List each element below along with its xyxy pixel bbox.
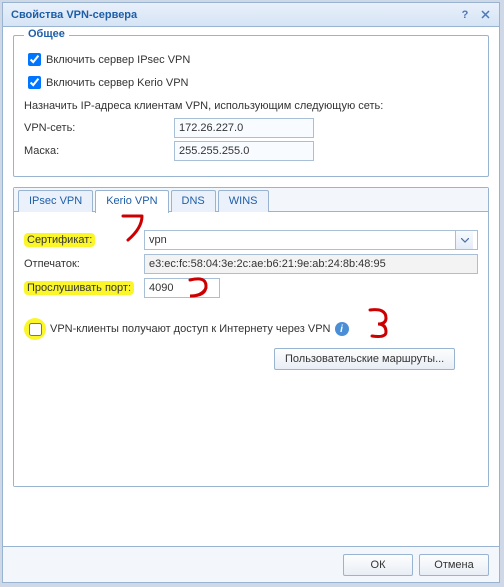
enable-ipsec-label: Включить сервер IPsec VPN: [46, 54, 190, 66]
mask-label: Маска:: [24, 145, 174, 157]
enable-kerio-label: Включить сервер Kerio VPN: [46, 77, 189, 89]
cancel-button[interactable]: Отмена: [419, 554, 489, 576]
cert-value: vpn: [149, 234, 167, 246]
help-button[interactable]: ?: [457, 7, 473, 23]
vpn-server-properties-dialog: Свойства VPN-сервера ? Общее Включить се…: [2, 2, 500, 583]
fingerprint-input: [144, 254, 478, 274]
custom-routes-button[interactable]: Пользовательские маршруты...: [274, 348, 455, 370]
tab-ipsec[interactable]: IPsec VPN: [18, 190, 93, 212]
general-group: Общее Включить сервер IPsec VPN Включить…: [13, 35, 489, 177]
vpn-net-label: VPN-сеть:: [24, 122, 174, 134]
mask-input[interactable]: [174, 141, 314, 161]
ok-button[interactable]: ОК: [343, 554, 413, 576]
enable-kerio-checkbox[interactable]: [28, 76, 41, 89]
port-label: Прослушивать порт:: [24, 281, 134, 295]
port-input[interactable]: [144, 278, 220, 298]
info-icon[interactable]: i: [335, 322, 349, 336]
vpn-clients-internet-checkbox[interactable]: [29, 323, 42, 336]
vpn-net-input[interactable]: [174, 118, 314, 138]
window-title: Свойства VPN-сервера: [11, 9, 453, 21]
cert-select[interactable]: vpn: [144, 230, 478, 250]
enable-ipsec-checkbox[interactable]: [28, 53, 41, 66]
chevron-down-icon: [455, 231, 473, 249]
tab-strip: IPsec VPN Kerio VPN DNS WINS: [14, 188, 488, 212]
tab-body-kerio: Сертификат: vpn Отпечаток: Прослушивать …: [14, 212, 488, 486]
enable-kerio-row[interactable]: Включить сервер Kerio VPN: [24, 73, 478, 92]
titlebar: Свойства VPN-сервера ?: [3, 3, 499, 27]
fingerprint-label: Отпечаток:: [24, 258, 144, 270]
cert-label: Сертификат:: [24, 233, 95, 247]
tab-container: IPsec VPN Kerio VPN DNS WINS Сертификат:…: [13, 187, 489, 487]
close-button[interactable]: [477, 7, 493, 23]
group-title: Общее: [24, 28, 69, 40]
assign-ip-label: Назначить IP-адреса клиентам VPN, исполь…: [24, 100, 478, 112]
tab-wins[interactable]: WINS: [218, 190, 269, 212]
tab-kerio[interactable]: Kerio VPN: [95, 190, 168, 213]
tab-dns[interactable]: DNS: [171, 190, 216, 212]
dialog-footer: ОК Отмена: [3, 546, 499, 582]
enable-ipsec-row[interactable]: Включить сервер IPsec VPN: [24, 50, 478, 69]
vpn-clients-internet-label: VPN-клиенты получают доступ к Интернету …: [50, 323, 331, 335]
